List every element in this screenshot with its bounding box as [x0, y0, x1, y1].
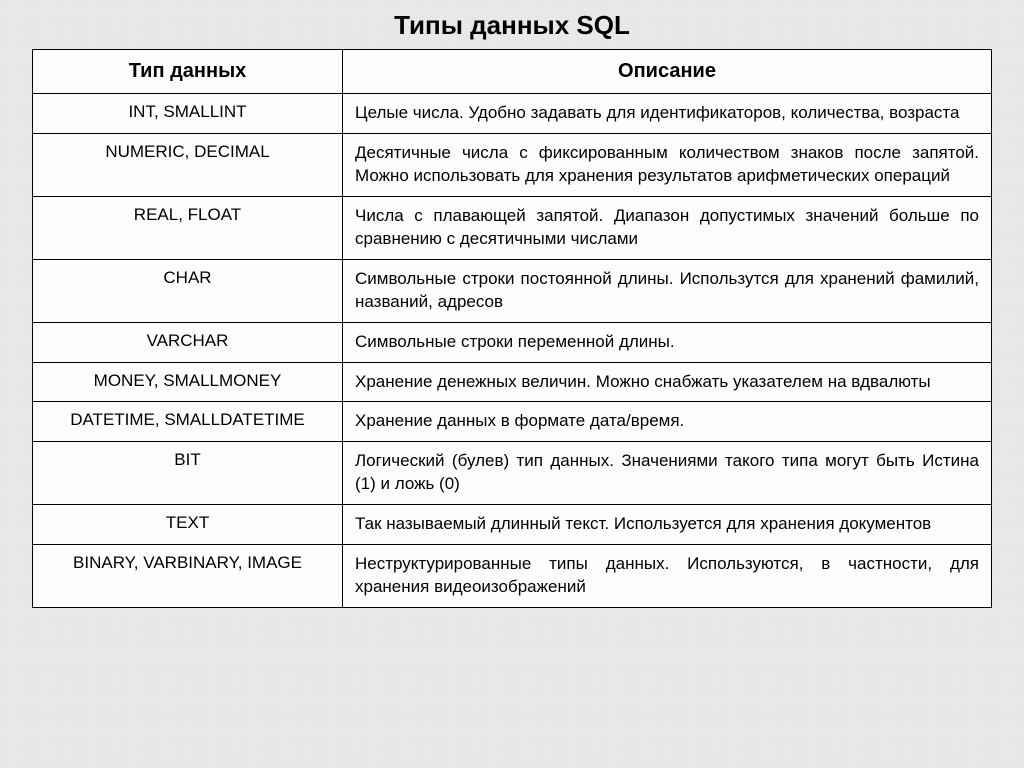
document-page: Типы данных SQL Тип данных Описание INT,…	[0, 0, 1024, 768]
header-type: Тип данных	[33, 50, 343, 94]
cell-type: CHAR	[33, 259, 343, 322]
cell-type: NUMERIC, DECIMAL	[33, 133, 343, 196]
table-row: NUMERIC, DECIMAL Десятичные числа с фикс…	[33, 133, 992, 196]
cell-type: INT, SMALLINT	[33, 94, 343, 134]
table-row: BIT Логический (булев) тип данных. Значе…	[33, 442, 992, 505]
table-row: TEXT Так называемый длинный текст. Испол…	[33, 505, 992, 545]
cell-type: MONEY, SMALLMONEY	[33, 362, 343, 402]
cell-type: VARCHAR	[33, 322, 343, 362]
cell-type: DATETIME, SMALLDATETIME	[33, 402, 343, 442]
cell-description: Десятичные числа с фиксированным количес…	[343, 133, 992, 196]
table-row: DATETIME, SMALLDATETIME Хранение данных …	[33, 402, 992, 442]
cell-type: BINARY, VARBINARY, IMAGE	[33, 545, 343, 608]
cell-description: Неструктурированные типы данных. Использ…	[343, 545, 992, 608]
cell-type: BIT	[33, 442, 343, 505]
cell-type: REAL, FLOAT	[33, 196, 343, 259]
table-header-row: Тип данных Описание	[33, 50, 992, 94]
cell-description: Числа с плавающей запятой. Диапазон допу…	[343, 196, 992, 259]
cell-description: Хранение денежных величин. Можно снабжат…	[343, 362, 992, 402]
table-row: CHAR Символьные строки постоянной длины.…	[33, 259, 992, 322]
page-title: Типы данных SQL	[32, 10, 992, 41]
header-description: Описание	[343, 50, 992, 94]
cell-description: Логический (булев) тип данных. Значениям…	[343, 442, 992, 505]
table-row: VARCHAR Символьные строки переменной дли…	[33, 322, 992, 362]
table-row: MONEY, SMALLMONEY Хранение денежных вели…	[33, 362, 992, 402]
table-row: BINARY, VARBINARY, IMAGE Неструктурирова…	[33, 545, 992, 608]
table-row: INT, SMALLINT Целые числа. Удобно задава…	[33, 94, 992, 134]
cell-description: Символьные строки постоянной длины. Испо…	[343, 259, 992, 322]
cell-description: Так называемый длинный текст. Использует…	[343, 505, 992, 545]
cell-description: Целые числа. Удобно задавать для идентиф…	[343, 94, 992, 134]
cell-type: TEXT	[33, 505, 343, 545]
cell-description: Символьные строки переменной длины.	[343, 322, 992, 362]
table-row: REAL, FLOAT Числа с плавающей запятой. Д…	[33, 196, 992, 259]
sql-types-table: Тип данных Описание INT, SMALLINT Целые …	[32, 49, 992, 608]
cell-description: Хранение данных в формате дата/время.	[343, 402, 992, 442]
